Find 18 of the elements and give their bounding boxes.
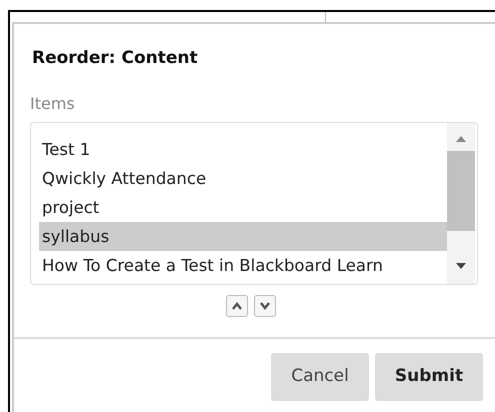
scroll-thumb[interactable] (447, 150, 475, 230)
items-listbox[interactable]: Test 1 Qwickly Attendance project syllabus How To Create a Test in Blackboard Learn (30, 122, 478, 284)
scroll-down-icon[interactable] (455, 262, 467, 270)
list-item[interactable]: Qwickly Attendance (39, 164, 447, 192)
scrollbar[interactable] (447, 122, 475, 284)
dialog-title: Reorder: Content (31, 47, 199, 70)
list-item[interactable]: syllabus (39, 222, 447, 250)
submit-button[interactable]: Submit (375, 352, 483, 400)
scroll-up-icon[interactable] (455, 134, 467, 142)
chevron-down-icon (259, 302, 271, 310)
items-label: Items (29, 92, 76, 114)
list-item[interactable]: project (39, 192, 447, 222)
move-up-button[interactable] (226, 294, 248, 316)
list-item[interactable]: Test 1 (39, 134, 447, 164)
move-down-button[interactable] (254, 294, 276, 316)
chevron-up-icon (231, 302, 243, 310)
list-item[interactable]: How To Create a Test in Blackboard Learn (39, 250, 447, 280)
cancel-button[interactable]: Cancel (271, 352, 369, 400)
